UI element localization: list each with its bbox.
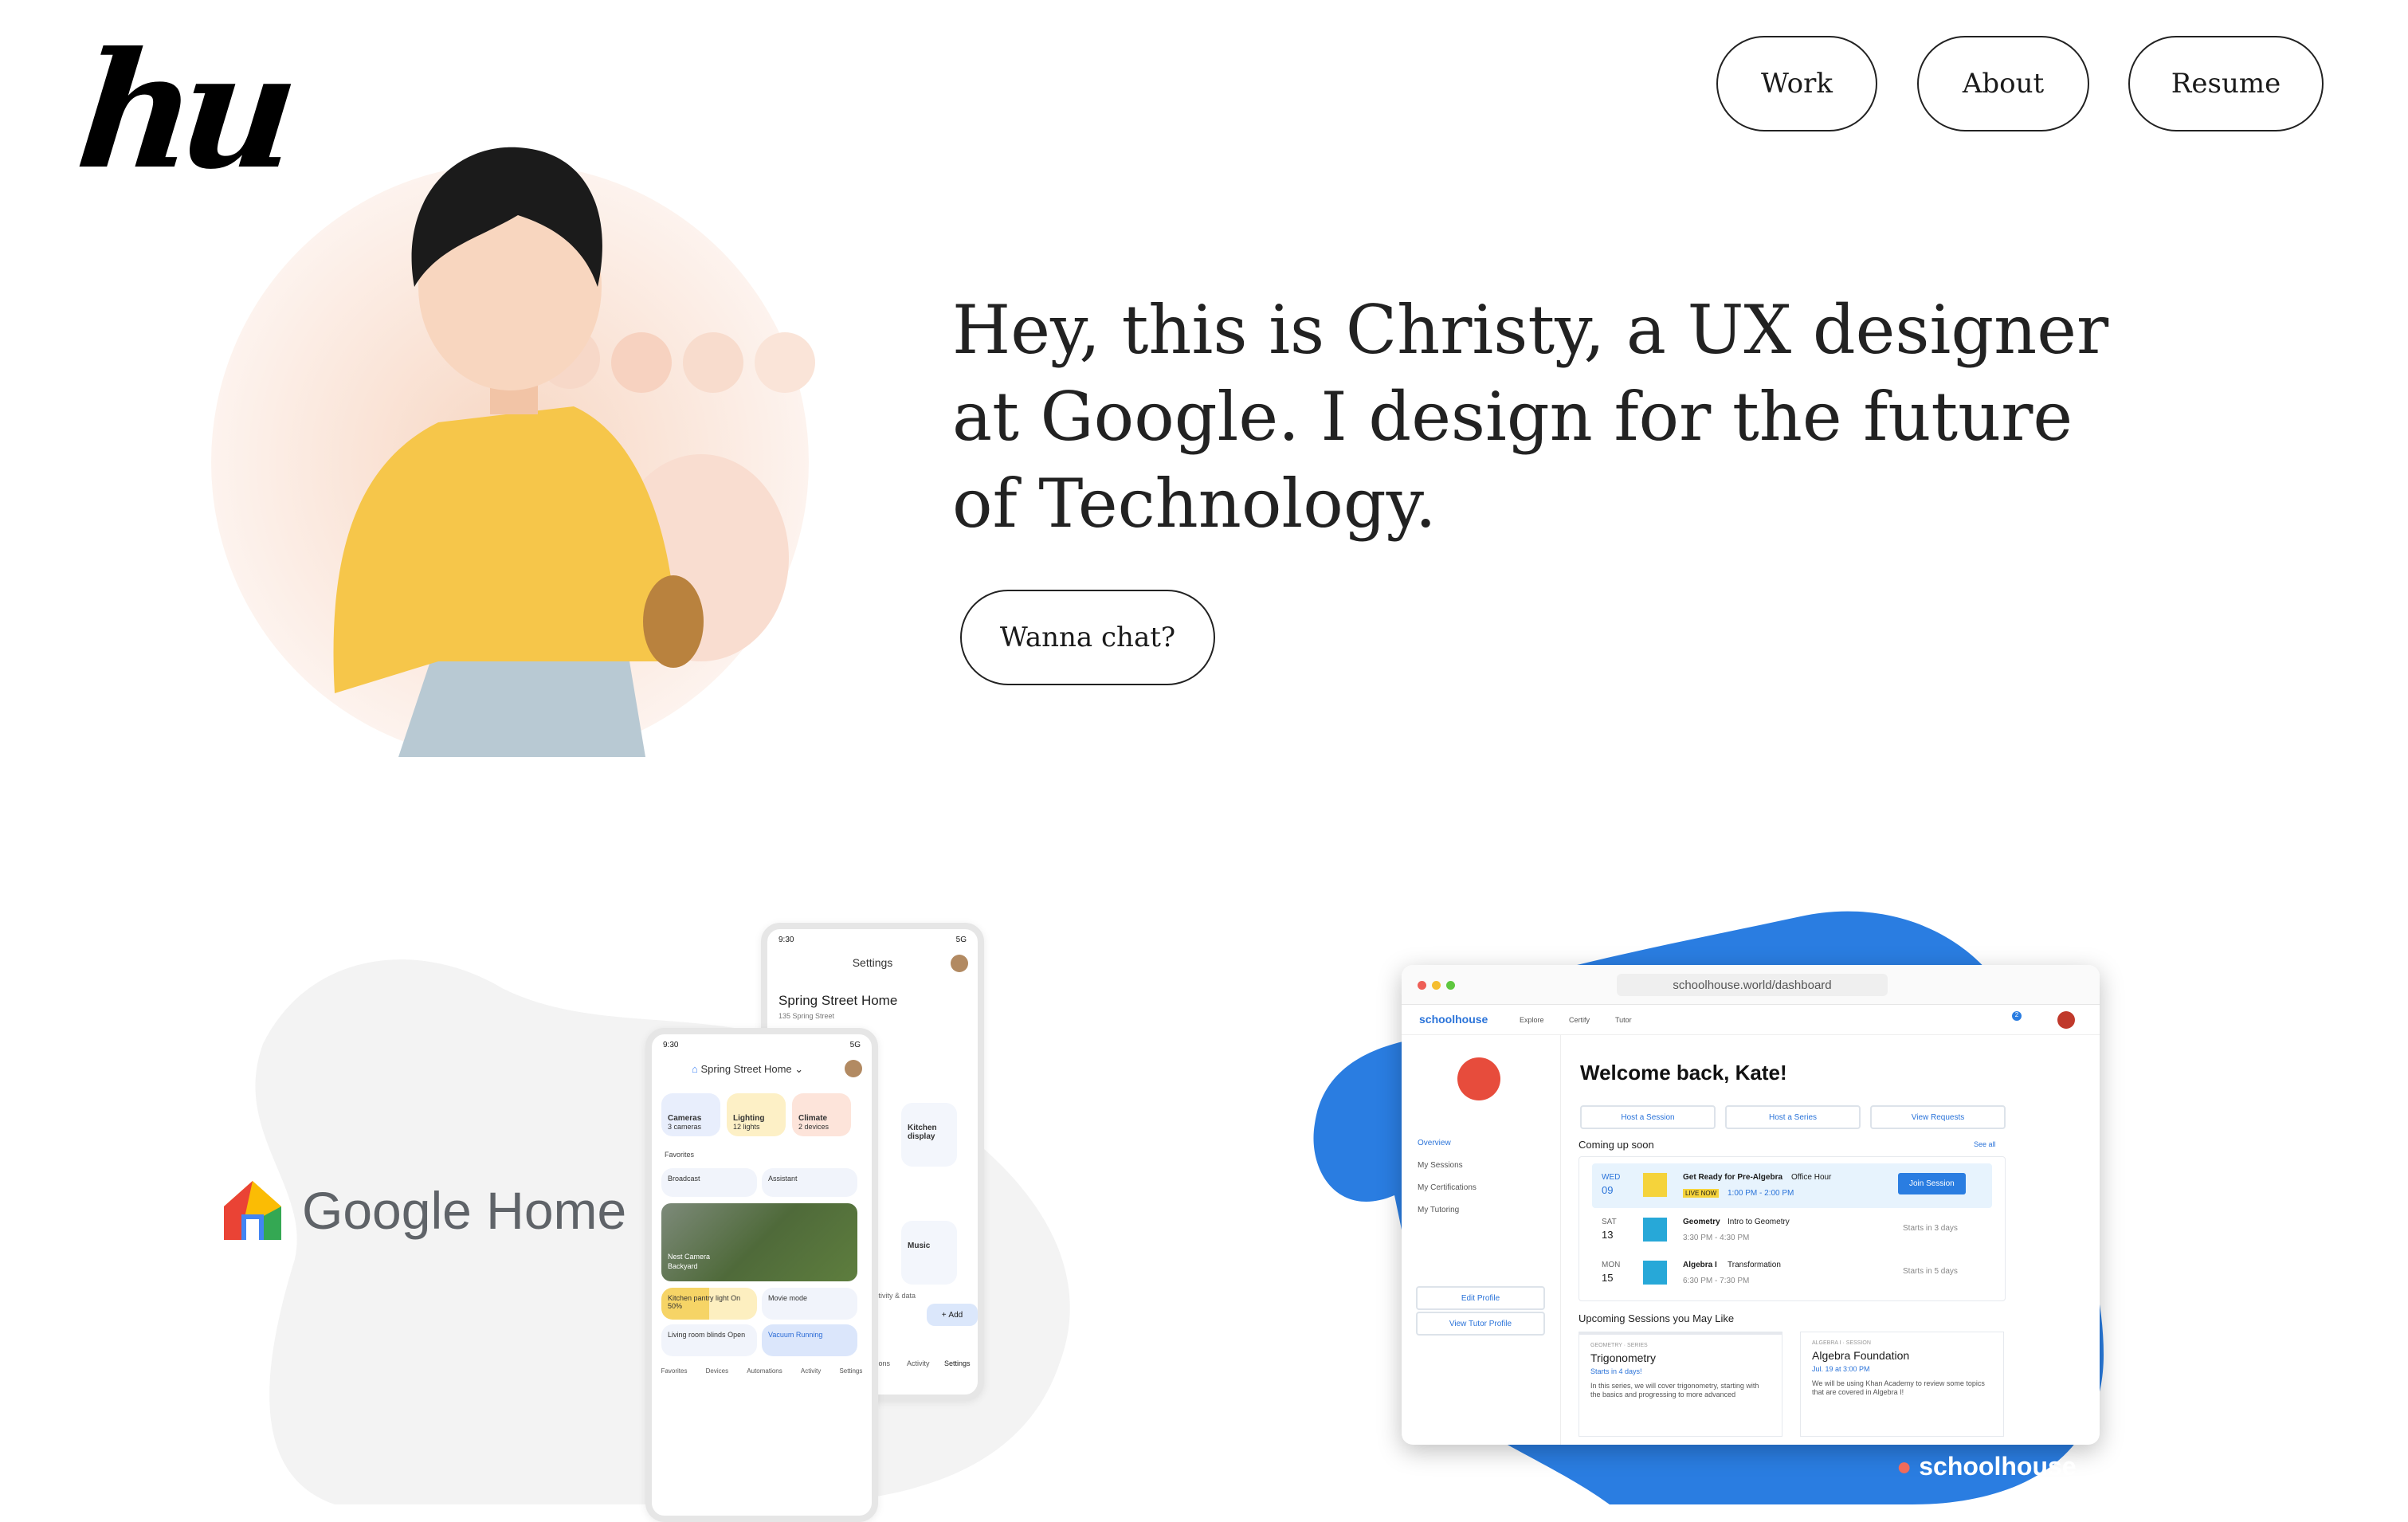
menu-explore[interactable]: Explore xyxy=(1520,1016,1544,1024)
avatar[interactable] xyxy=(845,1060,862,1077)
nav-favorites[interactable]: Favorites xyxy=(661,1367,688,1375)
nav-work[interactable]: Work xyxy=(1716,36,1877,131)
device-blinds[interactable]: Living room blinds Open xyxy=(661,1324,757,1356)
avatar[interactable] xyxy=(951,955,968,972)
status-signal: 5G xyxy=(849,1041,861,1049)
live-now-badge: LIVE NOW xyxy=(1683,1189,1720,1198)
host-session-button[interactable]: Host a Session xyxy=(1580,1105,1716,1129)
nav-automations[interactable]: Automations xyxy=(747,1367,782,1375)
session-row[interactable]: MON 15 Algebra I Transformation 6:30 PM … xyxy=(1592,1254,1992,1299)
nav-resume[interactable]: Resume xyxy=(2128,36,2324,131)
nav-about[interactable]: About xyxy=(1917,36,2089,131)
view-tutor-profile-button[interactable]: View Tutor Profile xyxy=(1416,1312,1545,1336)
google-home-logo: Google Home xyxy=(221,1178,626,1243)
add-button[interactable]: + Add xyxy=(927,1304,978,1326)
schoolhouse-brand-logo: ● schoolhouse xyxy=(1896,1452,2077,1481)
sidebar: Overview My Sessions My Certifications M… xyxy=(1402,1035,1561,1445)
apple-icon: ● xyxy=(1896,1452,1912,1481)
tile-kitchen-display[interactable]: Kitchen display xyxy=(901,1103,957,1167)
chevron-down-icon: ⌄ xyxy=(794,1063,804,1075)
nav-settings[interactable]: Settings xyxy=(839,1367,862,1375)
home-selector[interactable]: ⌂ Spring Street Home ⌄ xyxy=(692,1063,803,1076)
join-session-button[interactable]: Join Session xyxy=(1898,1173,1966,1194)
view-requests-button[interactable]: View Requests xyxy=(1870,1105,2006,1129)
see-all-link[interactable]: See all xyxy=(1974,1140,1996,1148)
home-address: 135 Spring Street xyxy=(778,1012,835,1020)
session-card[interactable]: ALGEBRA I · SESSION Algebra Foundation J… xyxy=(1800,1332,2004,1437)
favorites-phone-mockup: 9:30 5G ⌂ Spring Street Home ⌄ Cameras 3 … xyxy=(645,1028,878,1522)
profile-avatar xyxy=(1457,1057,1500,1100)
schoolhouse-browser-mockup: schoolhouse.world/dashboard schoolhouse … xyxy=(1402,965,2100,1445)
nav-settings[interactable]: Settings xyxy=(944,1359,971,1367)
session-thumbnail xyxy=(1643,1261,1667,1285)
nav-activity[interactable]: Activity xyxy=(907,1359,930,1367)
url-bar[interactable]: schoolhouse.world/dashboard xyxy=(1617,974,1888,996)
notification-badge[interactable]: 2 xyxy=(2012,1011,2022,1021)
camera-feed[interactable]: Nest Camera Backyard xyxy=(661,1203,857,1281)
settings-title: Settings xyxy=(852,956,893,969)
sidebar-overview[interactable]: Overview xyxy=(1418,1139,1451,1147)
favorites-label: Favorites xyxy=(665,1151,695,1159)
device-pantry-light[interactable]: Kitchen pantry light On 50% xyxy=(661,1288,757,1320)
session-thumbnail xyxy=(1643,1218,1667,1242)
host-series-button[interactable]: Host a Series xyxy=(1725,1105,1861,1129)
google-home-wordmark: Google Home xyxy=(302,1181,627,1240)
browser-toolbar: schoolhouse.world/dashboard xyxy=(1402,965,2100,1005)
coming-up-heading: Coming up soon xyxy=(1579,1139,1654,1151)
nav-activity[interactable]: Activity xyxy=(801,1367,821,1375)
device-vacuum[interactable]: Vacuum Running xyxy=(762,1324,857,1356)
google-home-icon xyxy=(224,1181,281,1240)
status-signal: 5G xyxy=(955,936,967,944)
sidebar-my-tutoring[interactable]: My Tutoring xyxy=(1418,1206,1459,1214)
device-movie-mode[interactable]: Movie mode xyxy=(762,1288,857,1320)
hero-headline: Hey, this is Christy, a UX designer at G… xyxy=(952,291,2109,543)
menu-certify[interactable]: Certify xyxy=(1569,1016,1590,1024)
sessions-list: WED 09 Get Ready for Pre-Algebra Office … xyxy=(1579,1156,2006,1301)
favorite-assistant[interactable]: Assistant xyxy=(762,1168,857,1197)
session-card[interactable]: GEOMETRY · SERIES Trigonometry Starts in… xyxy=(1579,1332,1782,1437)
sidebar-my-certifications[interactable]: My Certifications xyxy=(1418,1183,1477,1192)
sidebar-my-sessions[interactable]: My Sessions xyxy=(1418,1161,1463,1170)
session-row[interactable]: SAT 13 Geometry Intro to Geometry 3:30 P… xyxy=(1592,1211,1992,1256)
tile-climate[interactable]: Climate 2 devices xyxy=(792,1093,851,1136)
nav-devices[interactable]: Devices xyxy=(706,1367,728,1375)
app-header: schoolhouse Explore Certify Tutor 2 xyxy=(1402,1005,2100,1035)
schoolhouse-logo[interactable]: schoolhouse xyxy=(1419,1013,1488,1026)
tile-lighting[interactable]: Lighting 12 lights xyxy=(727,1093,786,1136)
upcoming-heading: Upcoming Sessions you May Like xyxy=(1579,1312,1735,1324)
bottom-nav: Favorites Devices Automations Activity S… xyxy=(652,1367,872,1375)
session-row[interactable]: WED 09 Get Ready for Pre-Algebra Office … xyxy=(1592,1163,1992,1208)
tile-cameras[interactable]: Cameras 3 cameras xyxy=(661,1093,720,1136)
edit-profile-button[interactable]: Edit Profile xyxy=(1416,1286,1545,1310)
status-time: 9:30 xyxy=(778,936,794,944)
session-thumbnail xyxy=(1643,1173,1667,1197)
home-name[interactable]: Spring Street Home xyxy=(778,993,897,1009)
status-time: 9:30 xyxy=(663,1041,679,1049)
wanna-chat-button[interactable]: Wanna chat? xyxy=(960,590,1215,685)
welcome-heading: Welcome back, Kate! xyxy=(1580,1061,1787,1085)
favorite-broadcast[interactable]: Broadcast xyxy=(661,1168,757,1197)
user-avatar[interactable] xyxy=(2057,1011,2075,1029)
home-icon: ⌂ xyxy=(692,1063,698,1075)
menu-tutor[interactable]: Tutor xyxy=(1615,1016,1632,1024)
tile-music[interactable]: Music xyxy=(901,1221,957,1285)
hero-illustration xyxy=(199,104,821,761)
